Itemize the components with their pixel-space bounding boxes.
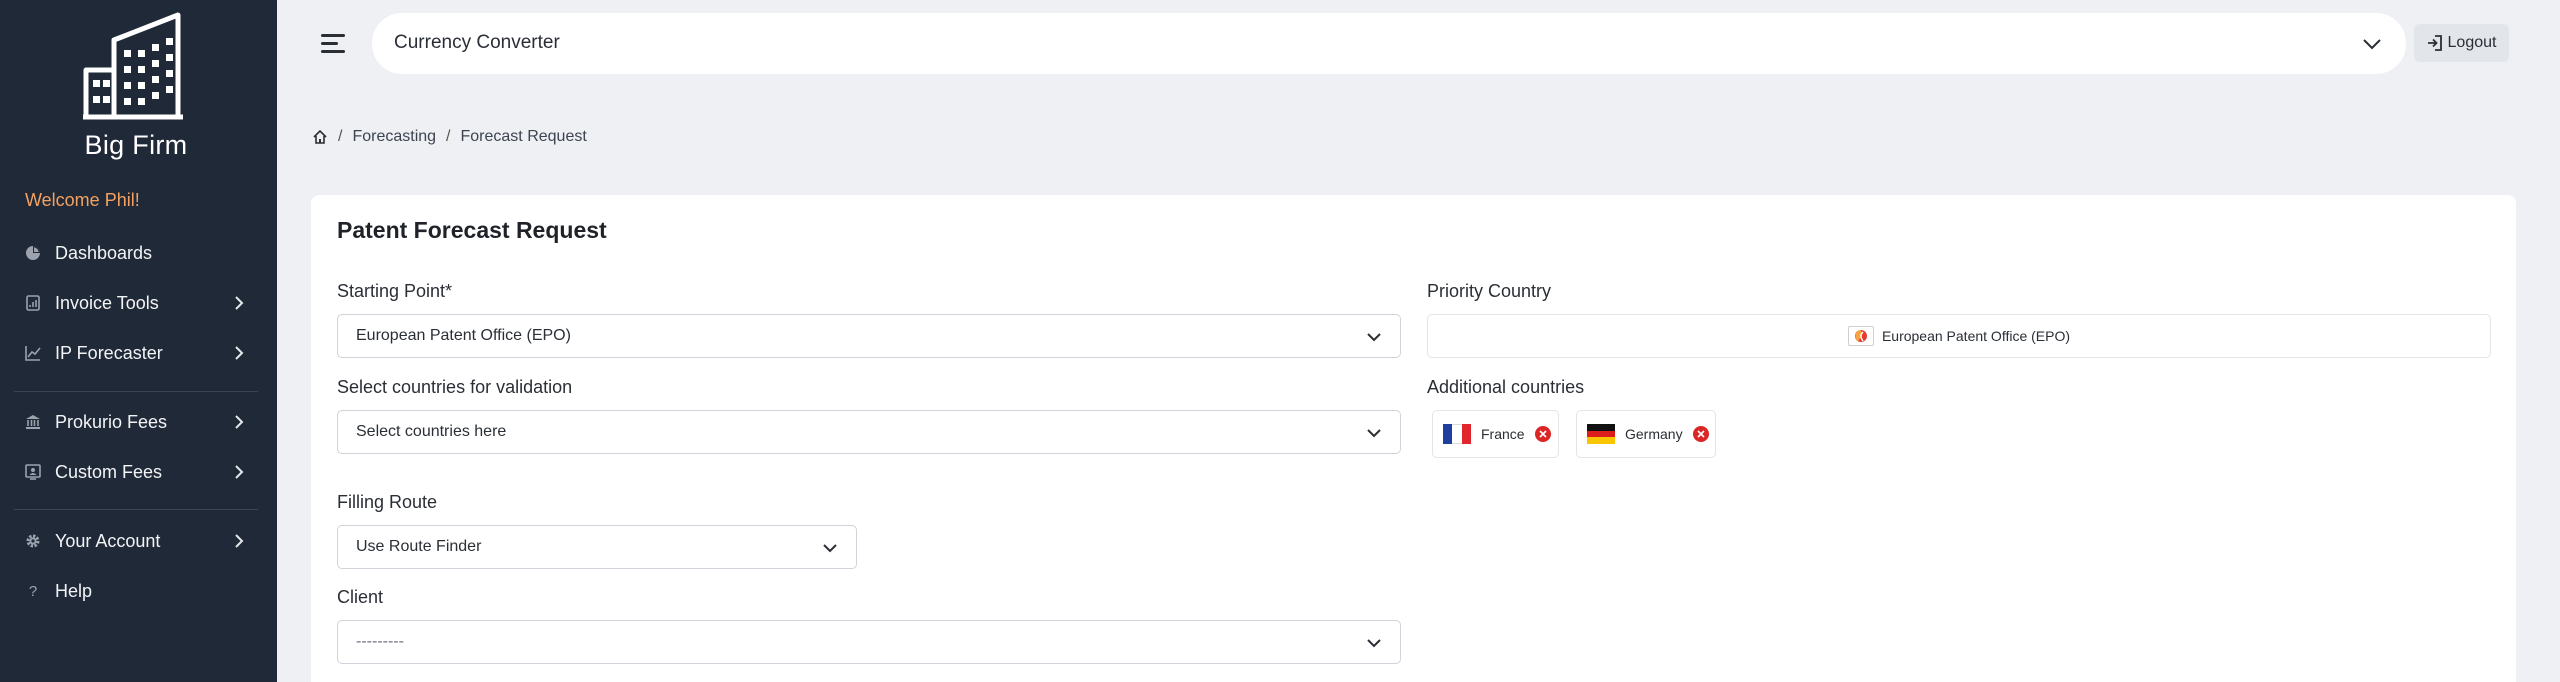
logout-button[interactable]: Logout (2414, 24, 2509, 62)
select-value: European Patent Office (EPO) (356, 327, 571, 344)
page-title: Patent Forecast Request (337, 217, 607, 243)
chevron-down-icon (1367, 333, 1381, 342)
welcome-message: Welcome Phil! (25, 190, 140, 210)
hamburger-menu-icon[interactable] (318, 30, 348, 58)
starting-point-select[interactable]: European Patent Office (EPO) (337, 314, 1401, 358)
france-flag-icon (1443, 424, 1471, 444)
brand-name: Big Firm (84, 130, 188, 160)
germany-flag-icon (1587, 424, 1615, 445)
chevron-right-icon (235, 465, 244, 479)
chevron-right-icon (235, 296, 244, 310)
building-logo-icon (83, 12, 183, 120)
remove-country-icon[interactable] (1692, 426, 1709, 442)
forecast-request-card: Patent Forecast Request Starting Point* … (311, 195, 2516, 682)
select-value: Use Route Finder (356, 538, 482, 555)
breadcrumb-forecasting[interactable]: Forecasting (352, 128, 436, 146)
epo-flag-icon (1847, 326, 1874, 346)
question-icon: ? (28, 582, 38, 600)
remove-country-icon[interactable] (1534, 426, 1551, 442)
chevron-down-icon (2363, 39, 2381, 50)
login-icon (2427, 35, 2442, 51)
sidebar: Big Firm Welcome Phil! Dashboards Invoic… (0, 0, 277, 682)
sidebar-item-label: Your Account (55, 530, 161, 551)
chevron-down-icon (1367, 639, 1381, 648)
select-value: Currency Converter (394, 32, 560, 53)
priority-country-field: European Patent Office (EPO) (1427, 314, 2491, 358)
gear-icon (23, 531, 43, 551)
chip-label: Germany (1625, 426, 1683, 442)
client-select[interactable]: --------- (337, 620, 1401, 664)
pie-chart-icon (23, 243, 43, 263)
validation-countries-select[interactable]: Select countries here (337, 410, 1401, 454)
sidebar-divider (14, 509, 258, 510)
bank-icon (23, 412, 43, 432)
sidebar-item-prokurio-fees[interactable]: Prokurio Fees (0, 400, 272, 444)
sidebar-item-invoice-tools[interactable]: Invoice Tools (0, 281, 272, 325)
select-placeholder: Select countries here (356, 423, 507, 440)
sidebar-item-label: Help (55, 580, 93, 601)
validation-countries-label: Select countries for validation (337, 377, 573, 397)
sidebar-item-label: Custom Fees (55, 461, 163, 482)
sidebar-item-label: Dashboards (55, 242, 153, 263)
chevron-right-icon (235, 415, 244, 429)
line-chart-icon (23, 343, 43, 363)
breadcrumb: / Forecasting / Forecast Request (312, 128, 587, 146)
sidebar-item-help[interactable]: ? Help (0, 569, 272, 613)
country-chip-france: France (1432, 410, 1559, 458)
client-label: Client (337, 587, 384, 607)
select-value: --------- (356, 633, 404, 650)
sidebar-item-label: Invoice Tools (55, 292, 159, 313)
currency-converter-select[interactable]: Currency Converter (372, 13, 2406, 74)
breadcrumb-separator: / (446, 128, 451, 145)
filing-route-label: Filling Route (337, 492, 438, 512)
home-icon[interactable] (312, 129, 328, 145)
country-chip-germany: Germany (1576, 410, 1716, 458)
priority-country-label: Priority Country (1427, 281, 1552, 301)
presentation-icon (23, 462, 43, 482)
logout-label: Logout (2447, 34, 2497, 51)
starting-point-label: Starting Point* (337, 281, 453, 301)
breadcrumb-separator: / (338, 128, 343, 145)
sidebar-item-ip-forecaster[interactable]: IP Forecaster (0, 331, 272, 375)
breadcrumb-current: Forecast Request (460, 128, 587, 145)
additional-countries-label: Additional countries (1427, 377, 1585, 397)
sidebar-item-your-account[interactable]: Your Account (0, 519, 272, 563)
filing-route-select[interactable]: Use Route Finder (337, 525, 857, 569)
chevron-right-icon (235, 346, 244, 360)
invoice-icon (23, 293, 43, 313)
sidebar-divider (14, 391, 258, 392)
chevron-right-icon (235, 534, 244, 548)
chevron-down-icon (1367, 429, 1381, 438)
chip-label: France (1481, 426, 1525, 442)
priority-country-value: European Patent Office (EPO) (1881, 328, 2071, 344)
sidebar-item-custom-fees[interactable]: Custom Fees (0, 450, 272, 494)
sidebar-item-dashboards[interactable]: Dashboards (0, 231, 272, 275)
chevron-down-icon (823, 544, 837, 553)
sidebar-item-label: Prokurio Fees (55, 411, 168, 432)
sidebar-item-label: IP Forecaster (55, 342, 163, 363)
